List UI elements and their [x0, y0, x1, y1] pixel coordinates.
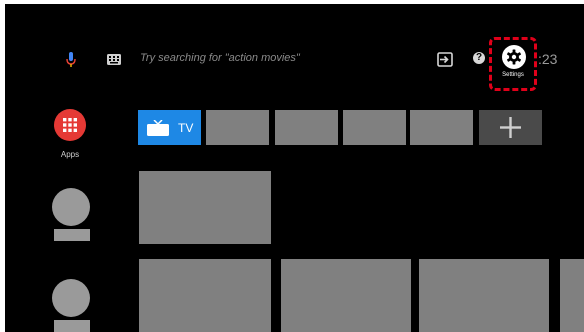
content-card[interactable]	[281, 259, 411, 332]
help-icon[interactable]: ?	[473, 52, 485, 64]
apps-grid-icon	[63, 118, 77, 132]
content-card[interactable]	[419, 259, 549, 332]
apps-label: Apps	[60, 150, 80, 159]
content-card[interactable]	[139, 259, 271, 332]
app-tile[interactable]	[343, 110, 406, 145]
settings-label: Settings	[502, 72, 524, 78]
apps-button[interactable]	[54, 109, 86, 141]
settings-icon-circle	[502, 45, 526, 69]
input-source-icon[interactable]	[437, 52, 453, 67]
gear-icon	[507, 49, 521, 65]
keyboard-icon[interactable]	[107, 54, 121, 65]
microphone-icon[interactable]	[66, 52, 76, 68]
content-card[interactable]	[139, 171, 271, 244]
content-card[interactable]	[560, 259, 584, 332]
plus-icon	[500, 117, 521, 138]
tv-icon	[147, 120, 169, 136]
app-tile[interactable]	[206, 110, 269, 145]
tv-label: TV	[178, 121, 194, 135]
tv-home-screen: Try searching for "action movies" ? Sett…	[5, 4, 584, 332]
app-tile[interactable]	[410, 110, 473, 145]
channel-label-placeholder	[54, 229, 90, 241]
tv-app-tile[interactable]: TV	[138, 110, 201, 145]
channel-avatar[interactable]	[52, 188, 90, 226]
clock: :23	[538, 51, 558, 67]
search-input[interactable]: Try searching for "action movies"	[140, 52, 300, 64]
settings-button[interactable]: Settings	[489, 37, 537, 91]
add-app-button[interactable]	[479, 110, 542, 145]
channel-label-placeholder	[54, 320, 90, 332]
channel-avatar[interactable]	[52, 279, 90, 317]
app-tile[interactable]	[275, 110, 338, 145]
